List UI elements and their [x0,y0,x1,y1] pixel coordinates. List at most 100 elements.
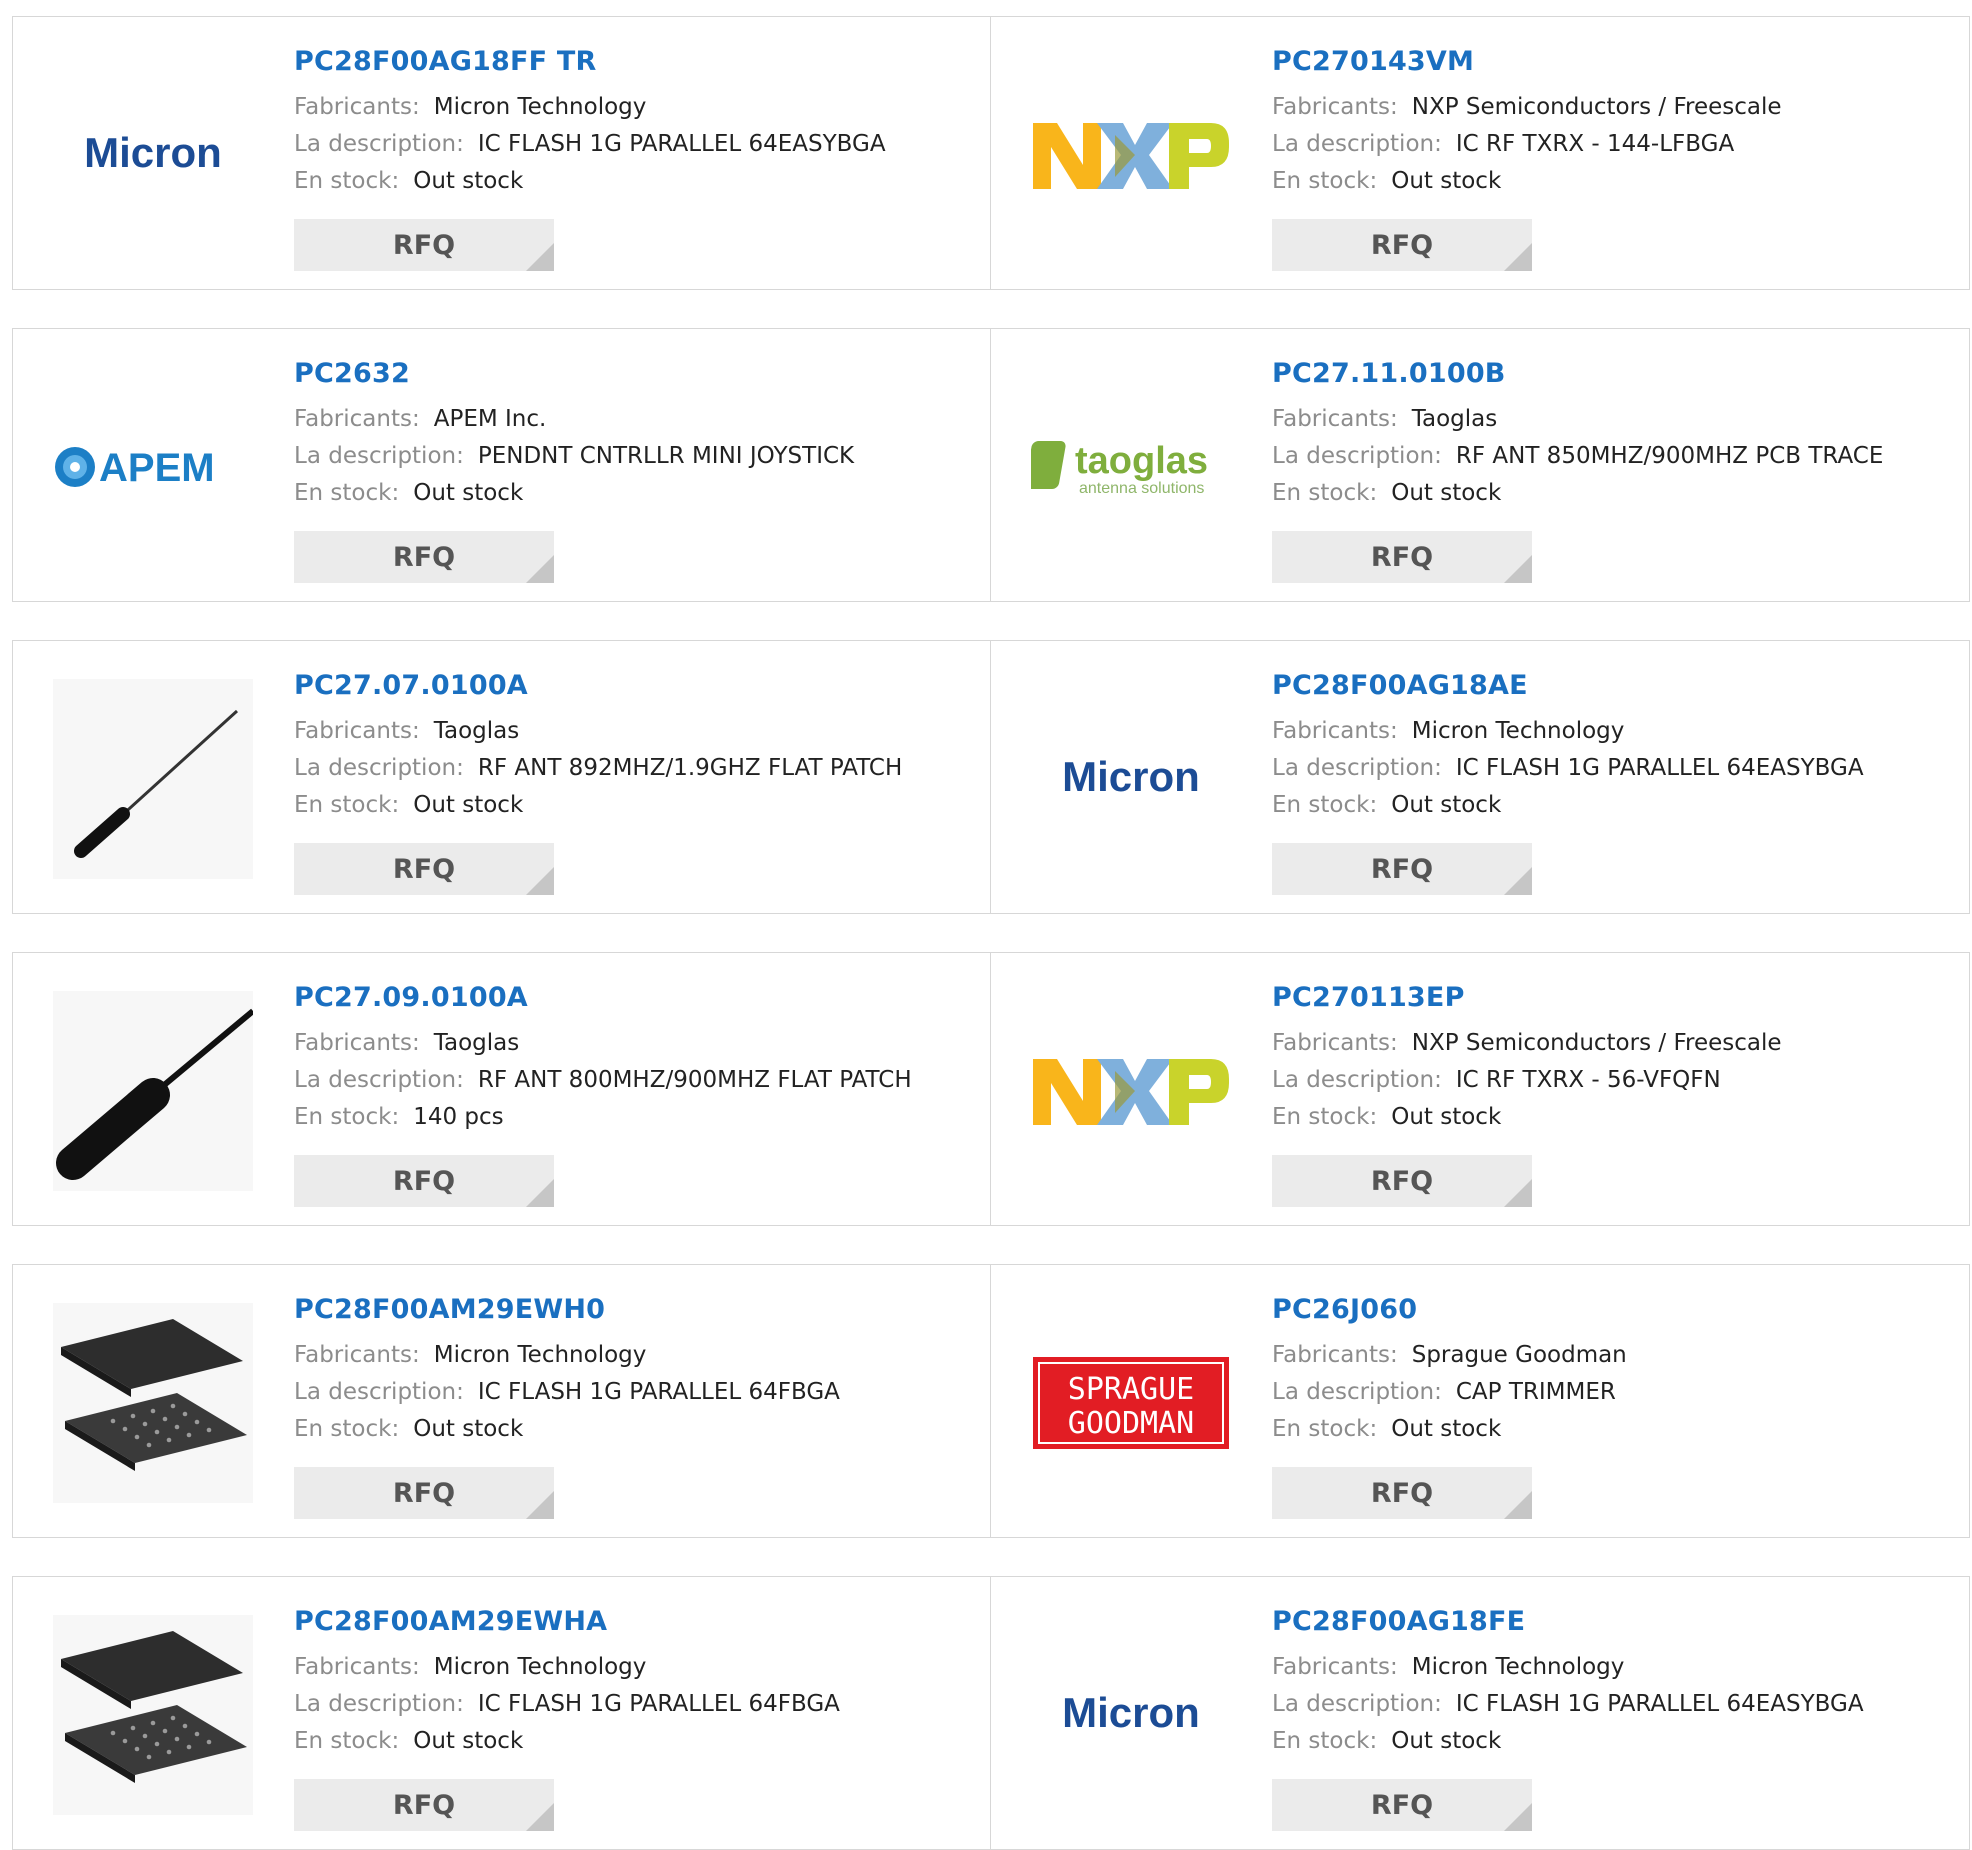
product-info: PC27.09.0100A Fabricants: Taoglas La descri… [294,981,981,1136]
rfq-button[interactable]: RFQ [294,843,554,895]
stock-label: En stock: [1272,1728,1378,1754]
stock-line: En stock: Out stock [294,1411,981,1448]
manufacturer-line: Fabricants: APEM Inc. [294,401,981,438]
product-image[interactable] [1031,55,1231,255]
description-line: La description: PENDNT CNTRLLR MINI JOYST… [294,438,981,475]
corner-triangle-icon [526,1491,554,1519]
part-number-link[interactable]: PC27.09.0100A [294,981,981,1015]
stock-value: Out stock [1391,168,1502,194]
micron-logo: Micron [1062,1689,1200,1736]
product-card: PC27.09.0100A Fabricants: Taoglas La descri… [12,952,992,1226]
description-line: La description: RF ANT 892MHZ/1.9GHZ FLAT… [294,750,981,787]
rfq-button[interactable]: RFQ [294,1779,554,1831]
rfq-button[interactable]: RFQ [294,1155,554,1207]
description-line: La description: IC FLASH 1G PARALLEL 64EA… [1272,1686,1959,1723]
description-label: La description: [294,755,464,781]
corner-triangle-icon [526,867,554,895]
product-card: Micron PC28F00AG18AE Fabricants: Micron Te… [990,640,1970,914]
rfq-button[interactable]: RFQ [1272,1779,1532,1831]
product-card: APEM PC2632 Fabricants: APEM Inc. La descri… [12,328,992,602]
part-number-link[interactable]: PC28F00AG18AE [1272,669,1959,703]
part-number-link[interactable]: PC27.07.0100A [294,669,981,703]
bga-chip-photo [53,1303,253,1503]
stock-line: En stock: Out stock [1272,163,1959,200]
rfq-button[interactable]: RFQ [1272,531,1532,583]
rfq-button[interactable]: RFQ [294,531,554,583]
manufacturer-value: NXP Semiconductors / Freescale [1411,94,1782,120]
product-card: PC28F00AM29EWHA Fabricants: Micron Technol… [12,1576,992,1850]
description-value: IC FLASH 1G PARALLEL 64EASYBGA [1455,1691,1864,1717]
product-image[interactable]: taoglas antenna solutions [1031,367,1231,567]
manufacturer-value: Micron Technology [1411,1654,1625,1680]
product-info: PC28F00AG18AE Fabricants: Micron Technolog… [1272,669,1959,824]
rfq-label: RFQ [1370,1477,1434,1509]
stock-value: Out stock [1391,1728,1502,1754]
corner-triangle-icon [526,243,554,271]
rfq-label: RFQ [392,229,456,261]
product-card: PC270113EP Fabricants: NXP Semiconductors … [990,952,1970,1226]
description-line: La description: IC RF TXRX - 56-VFQFN [1272,1062,1959,1099]
product-row: PC28F00AM29EWH0 Fabricants: Micron Technol… [12,1264,1970,1538]
part-number-link[interactable]: PC28F00AG18FE [1272,1605,1959,1639]
product-image[interactable]: Micron [1031,1615,1231,1815]
product-info: PC26J060 Fabricants: Sprague Goodman La des… [1272,1293,1959,1448]
part-number-link[interactable]: PC270143VM [1272,45,1959,79]
manufacturer-line: Fabricants: Taoglas [294,713,981,750]
stock-line: En stock: Out stock [294,1723,981,1760]
part-number-link[interactable]: PC26J060 [1272,1293,1959,1327]
product-info: PC2632 Fabricants: APEM Inc. La description… [294,357,981,512]
part-number-link[interactable]: PC270113EP [1272,981,1959,1015]
antenna-photo [53,679,253,879]
rfq-button[interactable]: RFQ [1272,1155,1532,1207]
bga-chip-photo [53,1615,253,1815]
description-line: La description: RF ANT 850MHZ/900MHZ PCB … [1272,438,1959,475]
description-value: RF ANT 892MHZ/1.9GHZ FLAT PATCH [477,755,903,781]
part-number-link[interactable]: PC28F00AM29EWH0 [294,1293,981,1327]
taoglas-logo: taoglas antenna solutions [1031,440,1208,497]
product-image[interactable]: SPRAGUE GOODMAN [1031,1303,1231,1503]
manufacturer-label: Fabricants: [1272,1342,1398,1368]
rfq-button[interactable]: RFQ [294,1467,554,1519]
corner-triangle-icon [1504,1803,1532,1831]
part-number-link[interactable]: PC28F00AG18FF TR [294,45,981,79]
product-image[interactable]: Micron [1031,679,1231,879]
stock-line: En stock: Out stock [1272,1411,1959,1448]
manufacturer-value: Taoglas [433,718,520,744]
rfq-button[interactable]: RFQ [1272,219,1532,271]
description-label: La description: [1272,1691,1442,1717]
rfq-button[interactable]: RFQ [294,219,554,271]
product-image[interactable] [1031,991,1231,1191]
manufacturer-line: Fabricants: Taoglas [294,1025,981,1062]
manufacturer-label: Fabricants: [294,1342,420,1368]
rfq-button[interactable]: RFQ [1272,843,1532,895]
stock-label: En stock: [1272,1104,1378,1130]
part-number-link[interactable]: PC27.11.0100B [1272,357,1959,391]
stock-value: Out stock [413,1416,524,1442]
description-value: RF ANT 850MHZ/900MHZ PCB TRACE [1455,443,1884,469]
product-image[interactable] [53,1303,253,1503]
sprague-goodman-logo: SPRAGUE GOODMAN [1033,1357,1229,1449]
description-value: IC FLASH 1G PARALLEL 64FBGA [477,1691,840,1717]
product-image[interactable] [53,1615,253,1815]
description-line: La description: CAP TRIMMER [1272,1374,1959,1411]
corner-triangle-icon [1504,867,1532,895]
apem-logo: APEM [55,446,215,490]
part-number-link[interactable]: PC28F00AM29EWHA [294,1605,981,1639]
stock-label: En stock: [294,1416,400,1442]
product-info: PC28F00AM29EWHA Fabricants: Micron Technol… [294,1605,981,1760]
product-image[interactable]: Micron [53,55,253,255]
product-card: SPRAGUE GOODMAN PC26J060 Fabricants: Sprag… [990,1264,1970,1538]
nxp-logo [1033,123,1229,189]
product-image[interactable] [53,679,253,879]
stock-value: Out stock [413,792,524,818]
stock-line: En stock: Out stock [1272,475,1959,512]
product-row: APEM PC2632 Fabricants: APEM Inc. La descri… [12,328,1970,602]
product-image[interactable] [53,991,253,1191]
sprague-logo-line2: GOODMAN [1068,1406,1194,1441]
product-image[interactable]: APEM [53,367,253,567]
manufacturer-line: Fabricants: Sprague Goodman [1272,1337,1959,1374]
part-number-link[interactable]: PC2632 [294,357,981,391]
description-label: La description: [1272,131,1442,157]
rfq-button[interactable]: RFQ [1272,1467,1532,1519]
product-info: PC270113EP Fabricants: NXP Semiconductors … [1272,981,1959,1136]
